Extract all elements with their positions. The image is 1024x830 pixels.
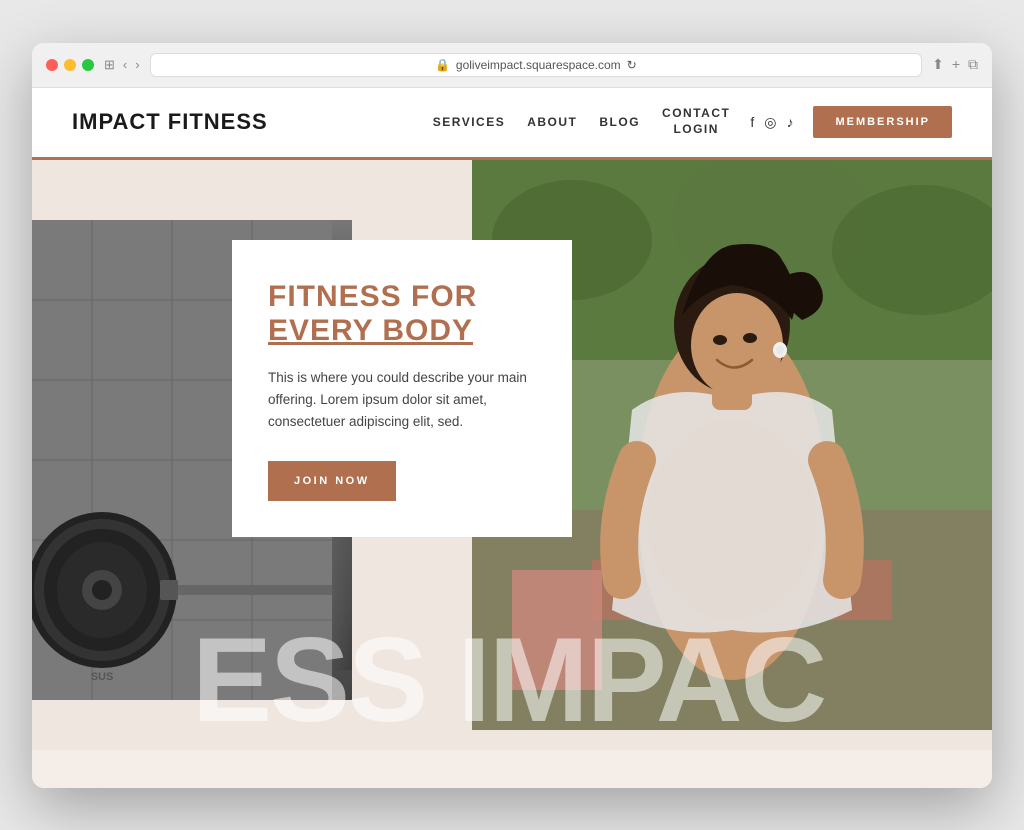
maximize-button[interactable] <box>82 59 94 71</box>
svg-text:SUS: SUS <box>91 671 114 683</box>
sidebar-toggle-icon[interactable]: ⊞ <box>104 57 115 73</box>
nav-blog[interactable]: BLOG <box>599 115 640 129</box>
nav-about[interactable]: ABOUT <box>527 115 577 129</box>
hero-section: SUS <box>32 160 992 750</box>
back-icon[interactable]: ‹ <box>123 57 127 72</box>
minimize-button[interactable] <box>64 59 76 71</box>
hero-card: FITNESS FOR EVERY BODY This is where you… <box>232 240 572 538</box>
nav-links: SERVICES ABOUT BLOG CONTACT LOGIN <box>433 106 731 137</box>
site-logo[interactable]: IMPACT FITNESS <box>72 109 433 135</box>
browser-nav-controls: ⊞ ‹ › <box>104 57 140 73</box>
browser-chrome: ⊞ ‹ › 🔒 goliveimpact.squarespace.com ↻ ⬆… <box>32 43 992 88</box>
nav-contact[interactable]: CONTACT <box>662 106 730 122</box>
navigation: IMPACT FITNESS SERVICES ABOUT BLOG CONTA… <box>32 88 992 160</box>
nav-social: f ◎ ♪ <box>750 114 793 131</box>
forward-icon[interactable]: › <box>135 57 139 72</box>
pink-accent-rect <box>512 570 602 690</box>
hero-title: FITNESS FOR EVERY BODY <box>268 280 536 349</box>
nav-services[interactable]: SERVICES <box>433 115 505 129</box>
reload-icon[interactable]: ↻ <box>627 58 637 72</box>
website-content: IMPACT FITNESS SERVICES ABOUT BLOG CONTA… <box>32 88 992 788</box>
nav-login[interactable]: LOGIN <box>673 122 719 138</box>
instagram-icon[interactable]: ◎ <box>764 114 776 131</box>
facebook-icon[interactable]: f <box>750 114 754 130</box>
hero-description: This is where you could describe your ma… <box>268 367 536 434</box>
nav-contact-login: CONTACT LOGIN <box>662 106 730 137</box>
join-now-button[interactable]: JOIN NOW <box>268 461 396 501</box>
new-tab-icon[interactable]: + <box>952 56 960 73</box>
address-bar[interactable]: 🔒 goliveimpact.squarespace.com ↻ <box>150 53 922 77</box>
browser-window: ⊞ ‹ › 🔒 goliveimpact.squarespace.com ↻ ⬆… <box>32 43 992 788</box>
browser-actions: ⬆ + ⧉ <box>932 56 978 73</box>
tabs-icon[interactable]: ⧉ <box>968 56 978 73</box>
tiktok-icon[interactable]: ♪ <box>786 114 793 130</box>
traffic-lights <box>46 59 94 71</box>
lock-icon: 🔒 <box>435 58 450 72</box>
share-icon[interactable]: ⬆ <box>932 56 944 73</box>
close-button[interactable] <box>46 59 58 71</box>
url-text: goliveimpact.squarespace.com <box>456 58 621 72</box>
membership-button[interactable]: MEMBERSHIP <box>813 106 952 138</box>
